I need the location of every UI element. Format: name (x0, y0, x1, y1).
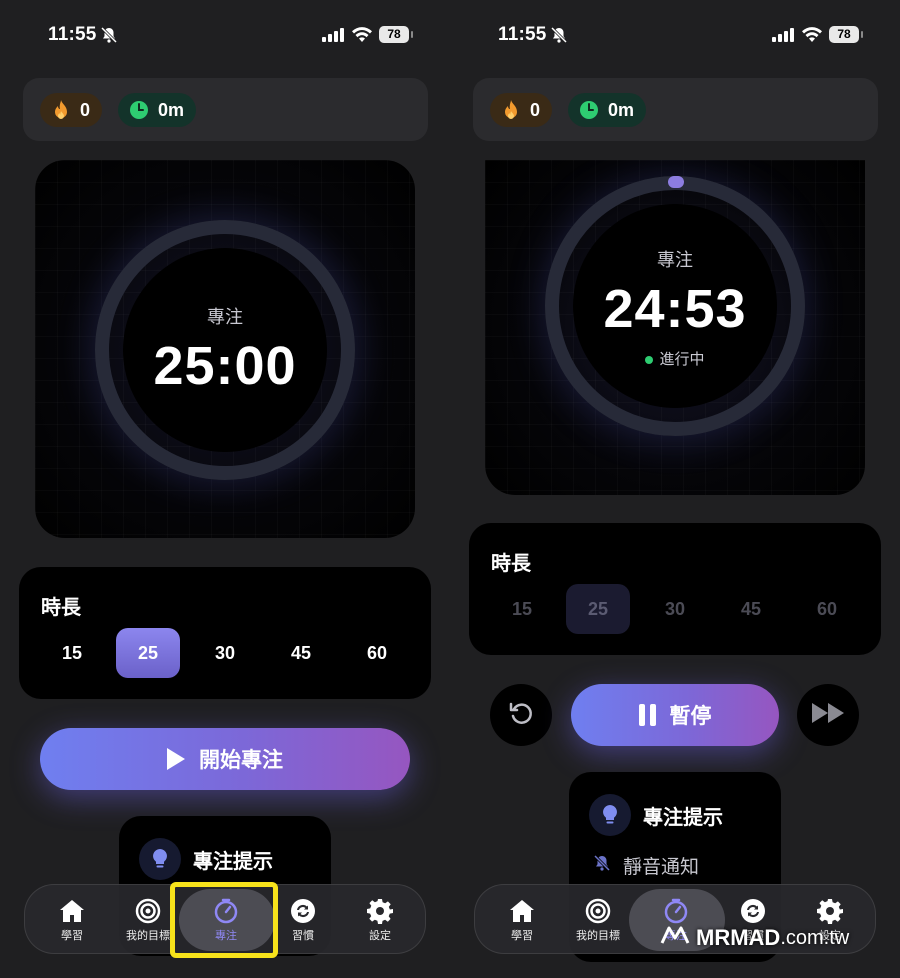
repeat-icon (718, 895, 788, 927)
tab-learn[interactable]: 學習 (487, 895, 557, 943)
lightbulb-icon (139, 838, 181, 880)
focus-tab-highlight-box (170, 882, 278, 958)
running-dot-icon (645, 356, 654, 365)
pause-button[interactable]: 暫停 (571, 684, 779, 746)
mute-notifications-text: 靜音通知 (623, 857, 700, 878)
status-time: 11:55 (48, 24, 97, 45)
gear-icon (345, 895, 415, 927)
duration-card: 時長 15 25 30 45 60 (19, 567, 431, 699)
start-focus-button[interactable]: 開始專注 (40, 728, 410, 790)
focus-tips-title: 專注提示 (193, 850, 273, 873)
duration-title: 時長 (491, 553, 531, 575)
tab-settings[interactable]: 設定 (345, 895, 415, 943)
watermark-domain: .com.tw (780, 926, 850, 949)
duration-option-45[interactable]: 45 (269, 628, 333, 678)
duration-card: 時長 15 25 30 45 60 (469, 523, 881, 655)
duration-option-45: 45 (740, 599, 762, 619)
timer-card: 專注 25:00 (35, 160, 415, 538)
flame-icon (500, 99, 522, 121)
duration-option-30: 30 (664, 599, 686, 619)
tab-learn-label: 學習 (511, 930, 533, 942)
tab-learn-label: 學習 (61, 930, 83, 942)
tab-habits-label: 習慣 (292, 930, 314, 942)
stats-bar: 0 0m (473, 78, 878, 141)
home-icon (37, 895, 107, 927)
mute-bell-icon (593, 854, 611, 878)
target-icon (563, 895, 633, 927)
cellular-signal-icon (772, 28, 794, 47)
duration-option-25[interactable]: 25 (116, 628, 180, 678)
running-status-label: 進行中 (659, 351, 705, 368)
focus-time-chip[interactable]: 0m (568, 93, 647, 127)
pause-icon (638, 704, 656, 726)
phone-screen-running: 11:55 78 0 0m 專注 24:53 進行中 時長 15 25 30 4… (450, 0, 900, 978)
tab-settings-label: 設定 (369, 930, 391, 942)
lightbulb-icon (589, 794, 631, 836)
duration-option-15: 15 (511, 599, 533, 619)
timer-card: 專注 24:53 進行中 (485, 160, 865, 495)
skip-button[interactable] (797, 684, 859, 746)
timer-mode-label: 專注 (207, 307, 243, 327)
fast-forward-icon (811, 702, 845, 729)
duration-option-25: 25 (566, 584, 630, 634)
reset-button[interactable] (490, 684, 552, 746)
battery-indicator: 78 (379, 26, 413, 43)
start-focus-label: 開始專注 (199, 749, 283, 772)
stats-bar: 0 0m (23, 78, 428, 141)
wifi-icon (802, 27, 822, 47)
streak-chip[interactable]: 0 (490, 93, 553, 127)
tab-goals-label: 我的目標 (576, 930, 620, 942)
watermark-brand: MRMAD (696, 925, 781, 950)
tab-goals[interactable]: 我的目標 (563, 895, 633, 943)
status-bar: 11:55 78 (450, 24, 900, 48)
tab-learn[interactable]: 學習 (37, 895, 107, 943)
duration-title: 時長 (41, 597, 81, 619)
phone-screen-idle: 11:55 78 0 0m 專注 25:00 時長 15 25 30 45 60… (0, 0, 450, 978)
reset-icon (508, 700, 534, 731)
timer-display: 25:00 (153, 336, 297, 396)
cellular-signal-icon (322, 28, 344, 47)
duration-option-60[interactable]: 60 (345, 628, 409, 678)
streak-chip[interactable]: 0 (40, 93, 103, 127)
pause-label: 暫停 (669, 705, 712, 728)
flame-icon (50, 99, 72, 121)
timer-mode-label: 專注 (657, 250, 693, 270)
timer-icon (641, 895, 711, 927)
watermark-icon (660, 925, 690, 951)
focus-time-value: 0m (158, 99, 185, 120)
clock-icon (578, 99, 600, 121)
home-icon (487, 895, 557, 927)
duration-option-30[interactable]: 30 (193, 628, 257, 678)
duration-option-15[interactable]: 15 (40, 628, 104, 678)
silent-bell-icon (100, 26, 118, 49)
progress-knob (668, 176, 684, 188)
focus-time-chip[interactable]: 0m (118, 93, 197, 127)
clock-icon (128, 99, 150, 121)
streak-value: 0 (530, 99, 541, 120)
duration-option-60: 60 (816, 599, 838, 619)
silent-bell-icon (550, 26, 568, 49)
battery-indicator: 78 (829, 26, 863, 43)
tab-habits[interactable]: 習慣 (268, 895, 338, 943)
status-bar: 11:55 78 (0, 24, 450, 48)
watermark-logo: MRMAD .com.tw (660, 925, 849, 951)
timer-display: 24:53 (603, 279, 747, 339)
focus-tips-title: 專注提示 (643, 806, 723, 829)
wifi-icon (352, 27, 372, 47)
status-time: 11:55 (498, 24, 547, 45)
streak-value: 0 (80, 99, 91, 120)
gear-icon (795, 895, 865, 927)
repeat-icon (268, 895, 338, 927)
running-status: 進行中 (485, 348, 865, 369)
focus-time-value: 0m (608, 99, 635, 120)
play-icon (167, 748, 185, 770)
